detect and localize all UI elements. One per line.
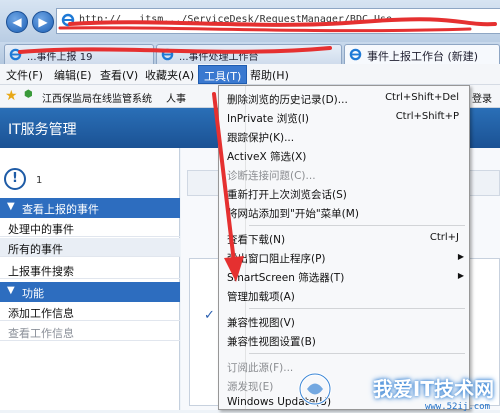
tab-label: ...事件上报 19 — [27, 52, 93, 63]
ie-icon — [349, 48, 362, 61]
info-count: 1 — [36, 175, 43, 186]
tab-1[interactable]: ...事件上报 19 — [4, 44, 154, 64]
menu-item-label: 兼容性视图(V) — [227, 317, 295, 329]
back-button[interactable]: ◀ — [6, 11, 28, 33]
address-bar-area: ◀ ▶ http://...itsm.../ServiceDesk/Reques… — [0, 0, 500, 42]
sidebar-item-view-work-info[interactable]: 查看工作信息 — [0, 322, 180, 341]
sidebar-item-label: 所有的事件 — [8, 243, 63, 256]
info-icon: ! — [4, 168, 26, 190]
forward-button[interactable]: ▶ — [32, 11, 54, 33]
sidebar-item-all-events[interactable]: 所有的事件 — [0, 238, 180, 257]
submenu-arrow-icon: ▶ — [457, 271, 464, 280]
menu-item-popup-blocker[interactable]: 弹出窗口阻止程序(P) ▶ — [219, 248, 469, 268]
ie-icon — [9, 48, 22, 61]
ie-icon — [61, 13, 75, 27]
menu-item-shortcut: Ctrl+Shift+Del — [385, 92, 459, 103]
menu-item-label: 诊断连接问题(C)... — [227, 170, 316, 182]
sidebar — [0, 148, 180, 410]
menu-item-inprivate[interactable]: InPrivate 浏览(I) Ctrl+Shift+P — [219, 108, 469, 128]
menu-file[interactable]: 文件(F) — [6, 67, 43, 83]
menu-item-reopen-session[interactable]: 重新打开上次浏览会话(S) — [219, 184, 469, 204]
menu-item-shortcut: Ctrl+Shift+P — [395, 111, 459, 122]
watermark-url: www.52ij.com — [424, 402, 490, 412]
menu-item-view-downloads[interactable]: 查看下载(N) Ctrl+J — [219, 229, 469, 249]
menu-item-add-to-start[interactable]: 将网站添加到"开始"菜单(M) — [219, 203, 469, 223]
menu-tools[interactable]: 工具(T) — [198, 65, 248, 84]
menu-help[interactable]: 帮助(H) — [250, 67, 289, 83]
menu-item-label: InPrivate 浏览(I) — [227, 113, 309, 125]
collapse-triangle-icon: ▼ — [7, 285, 15, 296]
url-input[interactable]: http://...itsm.../ServiceDesk/RequestMan… — [56, 8, 500, 34]
menu-edit[interactable]: 编辑(E) — [54, 67, 92, 83]
tab-label: 事件上报工作台 (新建) — [367, 50, 479, 63]
sidebar-item-search[interactable]: 上报事件搜索 — [0, 260, 180, 279]
sidebar-item-add-work-info[interactable]: 添加工作信息 — [0, 302, 180, 321]
menu-item-label: 删除浏览的历史记录(D)... — [227, 94, 348, 106]
section-label: 功能 — [22, 287, 44, 300]
sidebar-item-label: 处理中的事件 — [8, 223, 74, 236]
section-header-events[interactable]: ▼ 查看上报的事件 — [0, 198, 180, 218]
tab-strip: ...事件上报 19 ...事件处理工作台 事件上报工作台 (新建) — [0, 42, 500, 64]
menu-item-label: 源发现(E) — [227, 381, 274, 393]
menu-item-manage-addons[interactable]: 管理加载项(A) — [219, 286, 469, 306]
forward-arrow-icon: ▶ — [38, 15, 48, 29]
menu-bar: 文件(F) 编辑(E) 查看(V) 收藏夹(A) 工具(T) 帮助(H) — [0, 64, 500, 85]
section-label: 查看上报的事件 — [22, 203, 99, 216]
menu-separator — [249, 308, 465, 309]
menu-separator — [249, 225, 465, 226]
menu-item-label: 查看下载(N) — [227, 234, 286, 246]
menu-item-label: 将网站添加到"开始"菜单(M) — [227, 208, 359, 220]
menu-item-compat-view-settings[interactable]: 兼容性视图设置(B) — [219, 331, 469, 351]
menu-item-label: 管理加载项(A) — [227, 291, 295, 303]
menu-item-compat-view[interactable]: 兼容性视图(V) — [219, 312, 469, 332]
menu-item-label: SmartScreen 筛选器(T) — [227, 272, 345, 284]
menu-item-label: 弹出窗口阻止程序(P) — [227, 253, 326, 265]
favorite-link-1[interactable]: 江西保监局在线监管系统 — [42, 90, 152, 105]
collapse-triangle-icon: ▼ — [7, 201, 15, 212]
menu-item-delete-history[interactable]: 删除浏览的历史记录(D)... Ctrl+Shift+Del — [219, 89, 469, 109]
menu-item-label: 兼容性视图设置(B) — [227, 336, 316, 348]
page-title: IT服务管理 — [8, 122, 77, 138]
favorite-link-3[interactable]: 登录 — [472, 90, 492, 105]
menu-item-label: ActiveX 筛选(X) — [227, 151, 307, 163]
menu-separator — [249, 353, 465, 354]
menu-item-shortcut: Ctrl+J — [429, 232, 459, 243]
watermark-logo-icon — [298, 372, 332, 406]
back-arrow-icon: ◀ — [12, 15, 22, 29]
favorites-star-icon[interactable]: ★ — [5, 88, 18, 104]
menu-item-diagnose[interactable]: 诊断连接问题(C)... — [219, 165, 469, 185]
menu-item-smartscreen[interactable]: SmartScreen 筛选器(T) ▶ — [219, 267, 469, 287]
checkmark-icon: ✓ — [204, 308, 215, 323]
tab-label: ...事件处理工作台 — [179, 52, 259, 63]
sidebar-item-label: 查看工作信息 — [8, 327, 74, 340]
section-header-functions[interactable]: ▼ 功能 — [0, 282, 180, 302]
tab-2[interactable]: ...事件处理工作台 — [156, 44, 342, 64]
url-text: http://...itsm.../ServiceDesk/RequestMan… — [79, 14, 393, 25]
sidebar-item-label: 添加工作信息 — [8, 307, 74, 320]
tab-3-active[interactable]: 事件上报工作台 (新建) — [344, 44, 500, 64]
menu-item-tracking-protection[interactable]: 跟踪保护(K)... — [219, 127, 469, 147]
ie-icon — [161, 48, 174, 61]
menu-item-label: 订阅此源(F)... — [227, 362, 294, 374]
menu-item-label: 跟踪保护(K)... — [227, 132, 295, 144]
menu-item-activex-filter[interactable]: ActiveX 筛选(X) — [219, 146, 469, 166]
tools-dropdown-menu: 删除浏览的历史记录(D)... Ctrl+Shift+Del InPrivate … — [218, 85, 470, 410]
favorite-link-2[interactable]: 人事 — [166, 90, 186, 105]
menu-item-label: 重新打开上次浏览会话(S) — [227, 189, 347, 201]
watermark-text: 我爱IT技术网 — [372, 377, 494, 401]
menu-favorites[interactable]: 收藏夹(A) — [145, 67, 194, 83]
sidebar-item-processing[interactable]: 处理中的事件 — [0, 218, 180, 237]
favorites-add-icon[interactable]: ⬢ — [24, 89, 33, 100]
menu-view[interactable]: 查看(V) — [100, 67, 138, 83]
submenu-arrow-icon: ▶ — [457, 252, 464, 261]
sidebar-item-label: 上报事件搜索 — [8, 265, 74, 278]
